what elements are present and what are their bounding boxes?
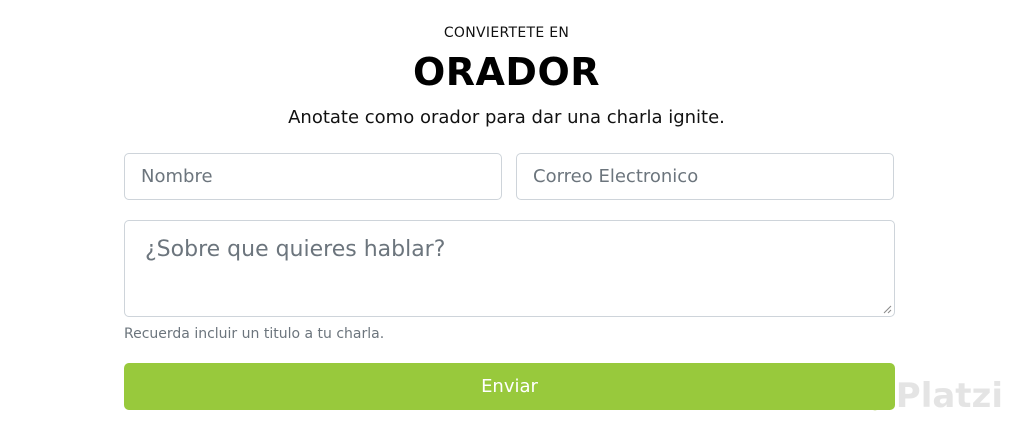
platzi-logo-icon (859, 381, 890, 411)
page-header: CONVIERTETE EN ORADOR Anotate como orado… (0, 24, 1013, 130)
platzi-watermark: Platzi (859, 376, 1003, 416)
help-text: Recuerda incluir un titulo a tu charla. (124, 326, 385, 342)
name-input[interactable] (124, 153, 502, 200)
watermark-text: Platzi (895, 376, 1003, 416)
resize-handle-icon[interactable] (882, 304, 892, 314)
topic-textarea[interactable] (124, 220, 895, 317)
page-title: ORADOR (412, 50, 601, 94)
submit-button[interactable]: Enviar (124, 363, 895, 410)
header-kicker: CONVIERTETE EN (443, 25, 570, 41)
topic-field (124, 220, 895, 317)
email-input[interactable] (516, 153, 894, 200)
contact-row (124, 153, 895, 200)
speaker-form: Recuerda incluir un titulo a tu charla. … (124, 153, 895, 410)
page-subtitle: Anotate como orador para dar una charla … (288, 107, 725, 128)
speaker-signup-page: CONVIERTETE EN ORADOR Anotate como orado… (0, 0, 1013, 430)
